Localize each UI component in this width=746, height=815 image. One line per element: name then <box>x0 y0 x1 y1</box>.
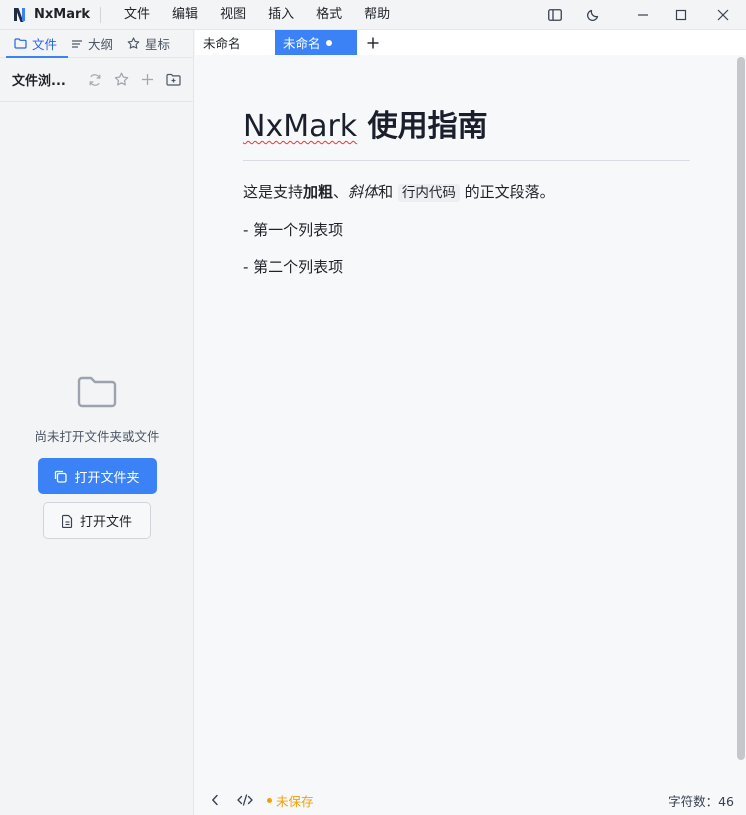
save-status-label: 未保存 <box>276 793 314 809</box>
app-name: NxMark <box>34 7 91 22</box>
paragraph-text: 和 <box>378 183 398 201</box>
open-folder-label: 打开文件夹 <box>74 470 140 486</box>
editor-tab-untitled-2[interactable]: 未命名 <box>275 30 357 55</box>
star-outline-icon <box>114 72 128 86</box>
editor-tab-label: 未命名 <box>283 36 321 51</box>
tab-outline[interactable]: 大纲 <box>57 30 113 58</box>
open-folder-button[interactable]: 打开文件夹 <box>37 458 157 494</box>
unsaved-dot-icon <box>267 797 272 803</box>
close-icon <box>717 9 729 21</box>
tab-outline-label: 大纲 <box>88 37 114 52</box>
refresh-icon <box>89 73 101 86</box>
chevron-left-icon <box>212 794 218 806</box>
maximize-icon <box>675 9 687 21</box>
menu-bar: 文件 编辑 视图 插入 格式 帮助 <box>113 0 401 30</box>
source-mode-button[interactable] <box>230 785 260 815</box>
plus-icon <box>367 37 379 48</box>
editor-area[interactable]: NxMark 使用指南 这是支持加粗、斜体和 行内代码 的正文段落。 - 第一个… <box>195 55 736 785</box>
paragraph[interactable]: 这是支持加粗、斜体和 行内代码 的正文段落。 <box>243 181 690 204</box>
toggle-sidebar-button[interactable] <box>536 0 574 30</box>
status-bar: 未保存 字符数：46 <box>195 785 746 815</box>
minimize-button[interactable] <box>624 0 662 30</box>
open-file-button[interactable]: 打开文件 <box>43 502 151 539</box>
list-item[interactable]: - 第二个列表项 <box>243 256 690 278</box>
tab-starred-label: 星标 <box>145 37 171 52</box>
title-bar: NxMark 文件 编辑 视图 插入 格式 帮助 <box>0 0 746 30</box>
menu-help[interactable]: 帮助 <box>353 0 401 30</box>
heading-rest: 使用指南 <box>357 109 488 144</box>
list-item[interactable]: - 第一个列表项 <box>243 219 690 241</box>
favorite-button[interactable] <box>108 69 134 91</box>
bold-text: 加粗 <box>303 183 334 201</box>
refresh-button[interactable] <box>82 69 108 91</box>
code-icon <box>237 794 253 806</box>
file-icon <box>61 514 73 528</box>
copy-icon <box>55 470 68 483</box>
star-icon <box>127 37 140 49</box>
document-heading[interactable]: NxMark 使用指南 <box>243 107 690 161</box>
editor-scrollbar[interactable] <box>737 57 745 760</box>
menu-view[interactable]: 视图 <box>209 0 257 30</box>
tab-starred[interactable]: 星标 <box>113 30 170 58</box>
inline-code: 行内代码 <box>397 184 460 202</box>
theme-toggle-button[interactable] <box>574 0 612 30</box>
menu-insert[interactable]: 插入 <box>257 0 305 30</box>
app-logo-icon <box>13 7 27 23</box>
outline-icon <box>72 39 83 48</box>
menu-edit[interactable]: 编辑 <box>161 0 209 30</box>
new-folder-button[interactable] <box>160 69 186 91</box>
collapse-panel-button[interactable] <box>200 785 230 815</box>
open-file-label: 打开文件 <box>79 515 132 530</box>
paragraph-text: 、 <box>333 183 349 201</box>
empty-state: 尚未打开文件夹或文件 打开文件夹 打开文件 <box>0 376 194 539</box>
editor-tab-bar: 未命名 未命名 <box>195 30 746 55</box>
sidebar-tabs: 文件 大纲 星标 <box>0 30 193 58</box>
italic-text: 斜体 <box>348 183 379 201</box>
sidebar: 文件 大纲 星标 文件浏... 尚未打开文件夹或文件 打开文件夹 打开文件 <box>0 30 194 815</box>
new-file-button[interactable] <box>134 69 160 91</box>
folder-plus-icon <box>165 73 181 86</box>
save-status: 未保存 <box>267 791 314 810</box>
menu-format[interactable]: 格式 <box>305 0 353 30</box>
heading-brand: NxMark <box>243 109 358 144</box>
char-count: 字符数：46 <box>668 793 734 809</box>
paragraph-text: 这是支持 <box>243 183 304 201</box>
maximize-button[interactable] <box>662 0 700 30</box>
explorer-header: 文件浏... <box>0 58 193 102</box>
menu-file[interactable]: 文件 <box>113 0 161 30</box>
sidebar-layout-icon <box>548 9 562 21</box>
minimize-icon <box>638 14 648 16</box>
editor-tab-untitled-1[interactable]: 未命名 <box>195 30 275 55</box>
new-tab-button[interactable] <box>357 30 389 55</box>
moon-icon <box>586 9 599 22</box>
modified-dot-icon <box>325 39 332 46</box>
title-divider <box>100 6 102 23</box>
explorer-title: 文件浏... <box>12 74 66 89</box>
empty-folder-icon <box>77 376 117 408</box>
tab-files-label: 文件 <box>32 37 58 52</box>
folder-icon <box>14 38 27 49</box>
empty-state-text: 尚未打开文件夹或文件 <box>34 429 160 444</box>
paragraph-text: 的正文段落。 <box>459 183 555 201</box>
close-window-button[interactable] <box>700 0 746 30</box>
editor-tab-label: 未命名 <box>203 36 241 51</box>
document[interactable]: NxMark 使用指南 这是支持加粗、斜体和 行内代码 的正文段落。 - 第一个… <box>243 107 690 278</box>
tab-files[interactable]: 文件 <box>0 30 57 58</box>
active-tab-indicator <box>6 56 68 58</box>
plus-icon <box>141 74 153 85</box>
